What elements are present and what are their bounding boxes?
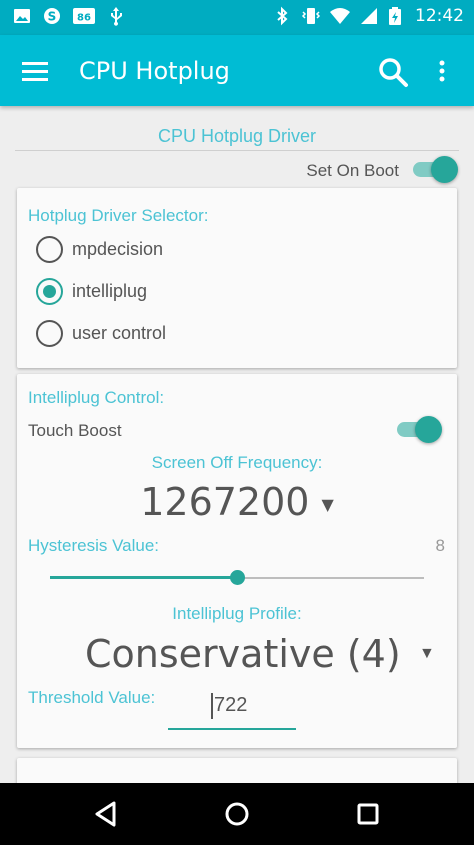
driver-selector-title: Hotplug Driver Selector: xyxy=(28,206,209,225)
threshold-label: Threshold Value: xyxy=(28,688,156,707)
app-bar: CPU Hotplug xyxy=(0,35,474,106)
search-icon[interactable] xyxy=(376,55,410,89)
radio-label: mpdecision xyxy=(72,238,164,259)
radio-option-mpdecision[interactable]: mpdecision xyxy=(36,234,163,264)
usb-icon xyxy=(111,7,122,26)
screen-off-frequency-value: 1267200 xyxy=(140,480,310,524)
radio-button-selected[interactable] xyxy=(36,277,63,305)
hysteresis-slider-fill xyxy=(50,576,237,579)
switch-thumb xyxy=(415,416,442,443)
touch-boost-switch[interactable] xyxy=(394,414,442,444)
screen-off-frequency-dropdown[interactable]: 1267200 ▼ xyxy=(17,480,457,524)
dropdown-caret-icon: ▼ xyxy=(321,495,334,514)
radio-option-intelliplug[interactable]: intelliplug xyxy=(36,276,147,306)
threshold-input[interactable]: 722 xyxy=(168,690,296,730)
switch-thumb xyxy=(431,156,458,183)
app-title: CPU Hotplug xyxy=(79,57,230,85)
skype-icon: S xyxy=(44,8,60,24)
screen-off-frequency-label: Screen Off Frequency: xyxy=(151,453,323,472)
radio-button[interactable] xyxy=(36,319,63,347)
status-left-icons: S 86 xyxy=(12,6,126,26)
driver-selector-card: Hotplug Driver Selector: mpdecision inte… xyxy=(17,188,457,368)
status-time: 12:42 xyxy=(415,6,464,26)
signal-icon xyxy=(361,8,377,24)
section-title: CPU Hotplug Driver xyxy=(157,126,317,146)
notification-badge-icon: 86 xyxy=(73,8,95,24)
text-cursor xyxy=(211,693,213,719)
radio-option-user-control[interactable]: user control xyxy=(36,318,166,348)
svg-text:86: 86 xyxy=(77,13,91,24)
radio-label: intelliplug xyxy=(72,280,148,301)
radio-label: user control xyxy=(72,322,167,343)
home-circle-icon[interactable] xyxy=(221,798,253,830)
set-on-boot-switch[interactable] xyxy=(410,154,458,184)
content-scroll[interactable]: CPU Hotplug Driver Set On Boot Hotplug D… xyxy=(0,106,474,783)
intelliplug-profile-label: Intelliplug Profile: xyxy=(172,604,302,623)
radio-button[interactable] xyxy=(36,235,63,263)
back-triangle-icon[interactable] xyxy=(90,798,122,830)
status-bar: S 86 12:42 xyxy=(0,0,474,35)
touch-boost-label: Touch Boost xyxy=(28,421,122,440)
wifi-icon xyxy=(330,8,350,24)
svg-text:S: S xyxy=(48,10,57,24)
dropdown-caret-icon[interactable]: ▼ xyxy=(419,645,435,663)
intelliplug-control-title: Intelliplug Control: xyxy=(28,388,165,407)
hysteresis-label: Hysteresis Value: xyxy=(28,536,160,555)
battery-icon xyxy=(389,7,401,25)
section-divider xyxy=(15,150,459,151)
status-right-icons: 12:42 xyxy=(272,6,464,26)
next-card xyxy=(17,758,457,783)
intelliplug-control-card: Intelliplug Control: Touch Boost Screen … xyxy=(17,374,457,748)
set-on-boot-label: Set On Boot xyxy=(306,161,399,180)
hysteresis-value: 8 xyxy=(435,536,445,555)
hysteresis-slider-thumb[interactable] xyxy=(230,570,245,585)
threshold-value: 722 xyxy=(214,694,248,716)
recents-square-icon[interactable] xyxy=(352,798,384,830)
intelliplug-profile-dropdown[interactable]: Conservative (4) xyxy=(85,632,401,676)
hamburger-menu-icon[interactable] xyxy=(18,57,56,87)
bluetooth-icon xyxy=(277,6,288,26)
more-vert-icon[interactable] xyxy=(432,57,452,87)
image-icon xyxy=(14,9,30,23)
nav-bar xyxy=(0,783,474,845)
vibrate-icon xyxy=(301,8,321,24)
